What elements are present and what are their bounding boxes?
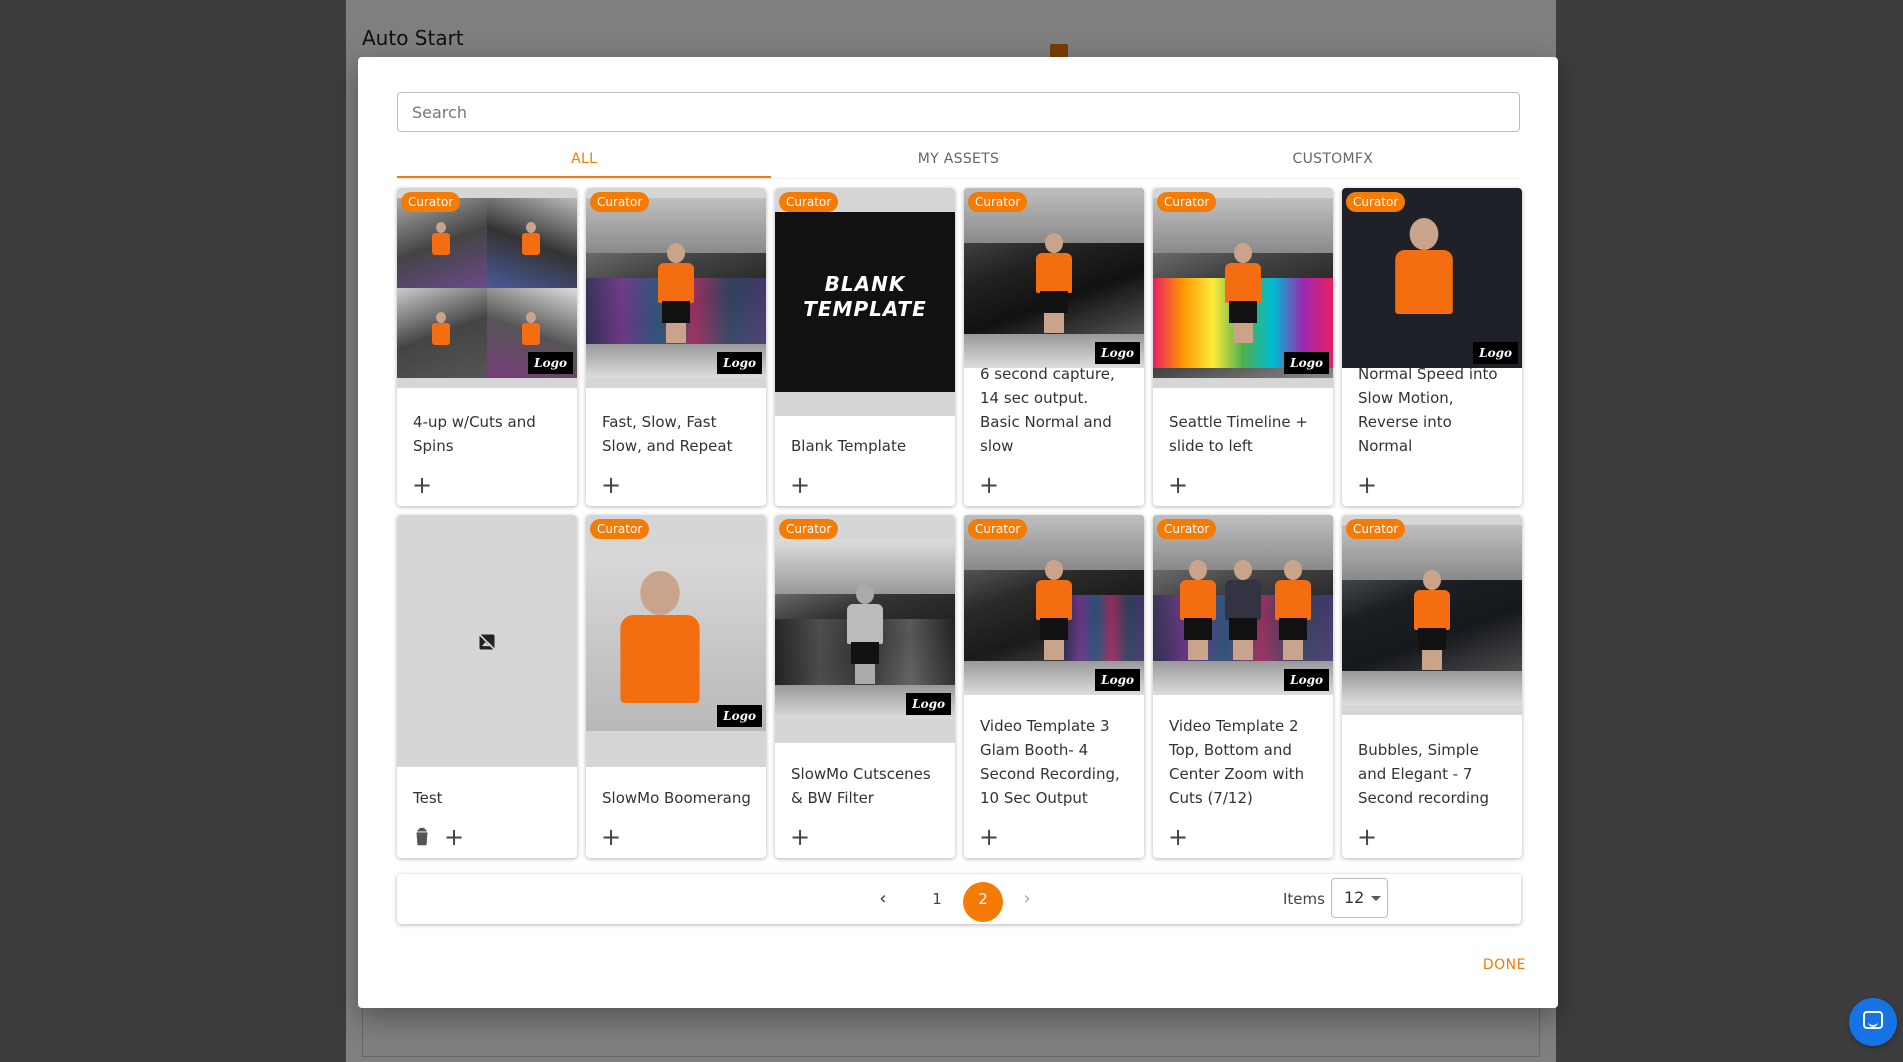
template-card[interactable]: Curator Bubbles, Simple and Elegant - 7 … [1342, 515, 1522, 858]
logo-watermark: Logo [906, 693, 951, 715]
add-icon[interactable]: + [978, 825, 1000, 849]
curator-badge: Curator [1157, 519, 1217, 539]
template-thumbnail[interactable]: Logo [964, 515, 1144, 695]
page-button-2[interactable]: 2 [963, 882, 1003, 922]
add-icon[interactable]: + [411, 473, 433, 497]
template-card[interactable]: Test + [397, 515, 577, 858]
add-icon[interactable]: + [600, 473, 622, 497]
template-thumbnail[interactable]: Logo [1153, 188, 1333, 388]
curator-badge: Curator [968, 192, 1028, 212]
template-thumbnail[interactable]: Logo [586, 188, 766, 388]
template-thumbnail[interactable] [397, 515, 577, 767]
template-title: SlowMo Boomerang [602, 789, 751, 807]
template-thumbnail[interactable]: Logo [1342, 188, 1522, 368]
template-picker-dialog: ALL MY ASSETS CUSTOMFX Curator Logo 4-up… [358, 57, 1558, 1008]
template-card[interactable]: Curator Logo Seattle Timeline + slide to… [1153, 188, 1333, 506]
page-button-1[interactable]: 1 [917, 882, 957, 922]
template-card[interactable]: Curator BLANK TEMPLATE Blank Template + [775, 188, 955, 506]
blank-template-graphic: BLANK TEMPLATE [803, 272, 927, 321]
search-input[interactable] [397, 92, 1520, 132]
template-card[interactable]: Curator Logo Normal Speed into Slow Moti… [1342, 188, 1522, 506]
add-icon[interactable]: + [1356, 473, 1378, 497]
items-per-page-select[interactable]: 12 [1331, 878, 1388, 918]
tab-customfx[interactable]: CUSTOMFX [1146, 139, 1520, 178]
curator-badge: Curator [779, 519, 839, 539]
curator-badge: Curator [590, 192, 650, 212]
template-title: Normal Speed into Slow Motion, Reverse i… [1358, 365, 1498, 455]
pagination-bar: ‹ 1 2 › Items 12 [397, 874, 1521, 924]
template-card[interactable]: Curator Logo SlowMo Cutscenes & BW Filte… [775, 515, 955, 858]
curator-badge: Curator [1346, 192, 1406, 212]
template-card[interactable]: Curator Logo SlowMo Boomerang + [586, 515, 766, 858]
image-not-supported-icon [478, 633, 496, 651]
add-icon[interactable]: + [443, 825, 465, 849]
curator-badge: Curator [401, 192, 461, 212]
add-icon[interactable]: + [1356, 825, 1378, 849]
items-per-page-label: Items [1283, 890, 1325, 908]
template-title: Test [413, 789, 443, 807]
template-title: Bubbles, Simple and Elegant - 7 Second r… [1358, 741, 1490, 807]
delete-icon[interactable] [411, 826, 433, 848]
curator-badge: Curator [1157, 192, 1217, 212]
template-card[interactable]: Curator Logo 4-up w/Cuts and Spins + [397, 188, 577, 506]
logo-watermark: Logo [1095, 342, 1140, 364]
curator-badge: Curator [1346, 519, 1406, 539]
add-icon[interactable]: + [789, 473, 811, 497]
template-thumbnail[interactable]: Logo [775, 515, 955, 743]
curator-badge: Curator [779, 192, 839, 212]
add-icon[interactable]: + [978, 473, 1000, 497]
template-title: Video Template 2 Top, Bottom and Center … [1169, 717, 1305, 807]
curator-badge: Curator [968, 519, 1028, 539]
logo-watermark: Logo [1284, 352, 1329, 374]
template-title: 6 second capture, 14 sec output. Basic N… [980, 365, 1115, 455]
logo-watermark: Logo [717, 352, 762, 374]
template-thumbnail[interactable] [1342, 515, 1522, 715]
template-title: SlowMo Cutscenes & BW Filter [791, 765, 931, 807]
done-button[interactable]: DONE [1483, 957, 1526, 973]
template-card[interactable]: Curator Logo Video Template 3 Glam Booth… [964, 515, 1144, 858]
template-thumbnail[interactable]: Logo [964, 188, 1144, 368]
chevron-right-icon[interactable]: › [1015, 887, 1039, 911]
logo-watermark: Logo [1473, 342, 1518, 364]
template-card[interactable]: Curator Logo Fast, Slow, Fast Slow, and … [586, 188, 766, 506]
caret-down-icon [1371, 896, 1381, 901]
template-title: 4-up w/Cuts and Spins [413, 413, 536, 455]
template-thumbnail[interactable]: Logo [586, 515, 766, 767]
add-icon[interactable]: + [1167, 825, 1189, 849]
logo-watermark: Logo [1284, 669, 1329, 691]
template-thumbnail[interactable]: Logo [397, 188, 577, 388]
chat-icon [1863, 1011, 1883, 1029]
template-title: Video Template 3 Glam Booth- 4 Second Re… [980, 717, 1120, 807]
template-thumbnail[interactable]: Logo [1153, 515, 1333, 695]
curator-badge: Curator [590, 519, 650, 539]
items-per-page-value: 12 [1344, 888, 1365, 907]
template-title: Blank Template [791, 437, 907, 455]
add-icon[interactable]: + [600, 825, 622, 849]
logo-watermark: Logo [717, 705, 762, 727]
logo-watermark: Logo [1095, 669, 1140, 691]
add-icon[interactable]: + [1167, 473, 1189, 497]
template-card[interactable]: Curator Logo Video Template 2 Top, Botto… [1153, 515, 1333, 858]
add-icon[interactable]: + [789, 825, 811, 849]
template-grid: Curator Logo 4-up w/Cuts and Spins + Cur… [397, 188, 1522, 858]
tab-my-assets[interactable]: MY ASSETS [771, 139, 1145, 178]
chevron-left-icon[interactable]: ‹ [871, 887, 895, 911]
template-title: Seattle Timeline + slide to left [1169, 413, 1308, 455]
tab-all[interactable]: ALL [397, 139, 772, 178]
template-title: Fast, Slow, Fast Slow, and Repeat [602, 413, 733, 455]
template-card[interactable]: Curator Logo 6 second capture, 14 sec ou… [964, 188, 1144, 506]
template-thumbnail[interactable]: BLANK TEMPLATE [775, 188, 955, 416]
tab-bar: ALL MY ASSETS CUSTOMFX [397, 139, 1520, 179]
chat-launcher-button[interactable] [1849, 998, 1897, 1046]
logo-watermark: Logo [528, 352, 573, 374]
